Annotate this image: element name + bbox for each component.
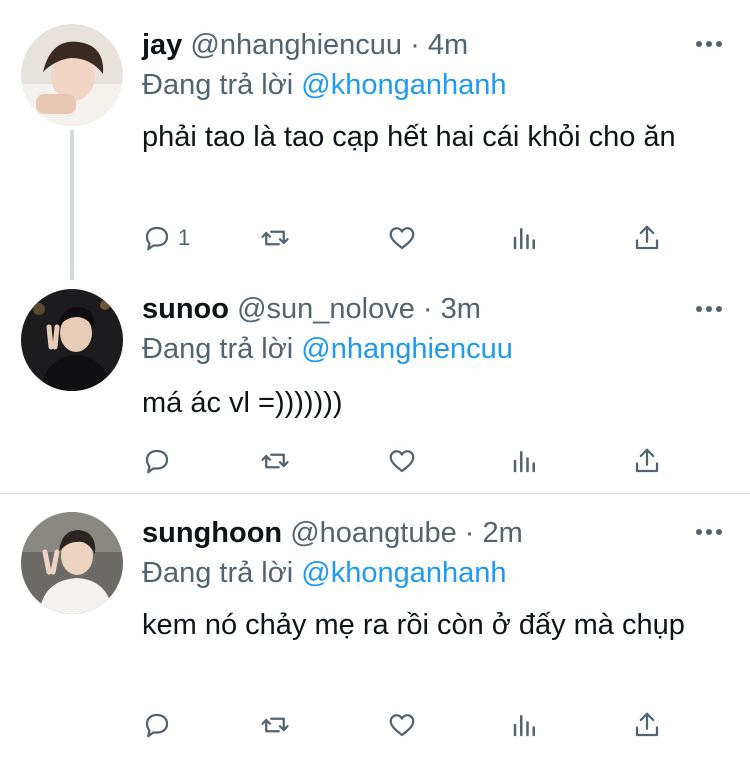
replying-to: Đang trả lời @khonganhanh — [142, 68, 507, 102]
mention-link[interactable]: @nhanghiencuu — [301, 333, 513, 365]
views-button[interactable] — [510, 444, 540, 478]
timestamp[interactable]: 3m — [441, 293, 481, 325]
thread-line — [70, 130, 74, 280]
reply-button[interactable] — [142, 708, 178, 742]
views-icon — [513, 715, 535, 737]
replying-prefix: Đang trả lời — [142, 69, 294, 101]
tweet-header: jay @nhanghiencuu · 4m — [142, 28, 468, 62]
retweet-button[interactable] — [260, 708, 290, 742]
separator: · — [410, 29, 420, 61]
retweet-button[interactable] — [260, 221, 290, 255]
share-button[interactable] — [632, 708, 662, 742]
display-name[interactable]: sunoo — [142, 293, 229, 325]
action-bar: 1 — [142, 221, 672, 255]
tweet-header: sunghoon @hoangtube · 2m — [142, 516, 523, 550]
reply-icon — [145, 226, 169, 251]
action-bar — [142, 444, 672, 478]
tweet-text: má ác vl =))))))) — [142, 387, 343, 419]
views-icon — [513, 228, 535, 250]
more-icon[interactable] — [696, 39, 722, 49]
action-bar — [142, 708, 672, 742]
share-icon — [635, 225, 659, 250]
timestamp[interactable]: 2m — [483, 517, 523, 549]
tweet-3[interactable]: sunghoon @hoangtube · 2m Đang trả lời @k… — [0, 494, 750, 758]
handle[interactable]: @nhanghiencuu — [190, 29, 402, 61]
retweet-button[interactable] — [260, 444, 290, 478]
share-icon — [635, 448, 659, 473]
share-icon — [635, 712, 659, 737]
like-button[interactable] — [387, 708, 417, 742]
replying-to: Đang trả lời @nhanghiencuu — [142, 332, 513, 366]
like-icon — [389, 450, 415, 473]
separator: · — [464, 517, 475, 549]
replying-to: Đang trả lời @khonganhanh — [142, 556, 507, 590]
like-icon — [389, 714, 415, 737]
retweet-icon — [261, 717, 289, 733]
tweet-text: phải tao là tao cạp hết hai cái khỏi cho… — [142, 121, 676, 153]
handle[interactable]: @hoangtube — [290, 517, 457, 549]
reply-button[interactable] — [142, 444, 178, 478]
tweet-1[interactable]: jay @nhanghiencuu · 4m Đang trả lời @kho… — [0, 0, 750, 280]
handle[interactable]: @sun_nolove — [237, 293, 415, 325]
more-icon[interactable] — [696, 304, 722, 314]
views-icon — [513, 451, 535, 473]
replying-prefix: Đang trả lời — [142, 557, 294, 589]
avatar[interactable] — [21, 512, 123, 614]
avatar[interactable] — [21, 24, 123, 126]
avatar[interactable] — [21, 289, 123, 391]
views-button[interactable] — [510, 221, 540, 255]
like-button[interactable] — [387, 444, 417, 478]
mention-link[interactable]: @khonganhanh — [301, 69, 506, 101]
timestamp[interactable]: 4m — [428, 29, 468, 61]
like-icon — [389, 227, 415, 250]
replying-prefix: Đang trả lời — [142, 333, 294, 365]
share-button[interactable] — [632, 221, 662, 255]
reply-button[interactable]: 1 — [142, 221, 190, 255]
views-button[interactable] — [510, 708, 540, 742]
retweet-icon — [261, 230, 289, 246]
tweet-2[interactable]: sunoo @sun_nolove · 3m Đang trả lời @nha… — [0, 280, 750, 492]
display-name[interactable]: sunghoon — [142, 517, 282, 549]
reply-icon — [145, 449, 169, 474]
display-name[interactable]: jay — [142, 29, 182, 61]
like-button[interactable] — [387, 221, 417, 255]
tweet-text: kem nó chảy mẹ ra rồi còn ở đấy mà chụp — [142, 609, 685, 641]
reply-count: 1 — [178, 225, 191, 250]
retweet-icon — [261, 453, 289, 469]
tweet-header: sunoo @sun_nolove · 3m — [142, 292, 481, 326]
separator: · — [422, 293, 433, 325]
share-button[interactable] — [632, 444, 662, 478]
reply-icon — [145, 713, 169, 738]
mention-link[interactable]: @khonganhanh — [301, 557, 506, 589]
more-icon[interactable] — [696, 527, 722, 537]
